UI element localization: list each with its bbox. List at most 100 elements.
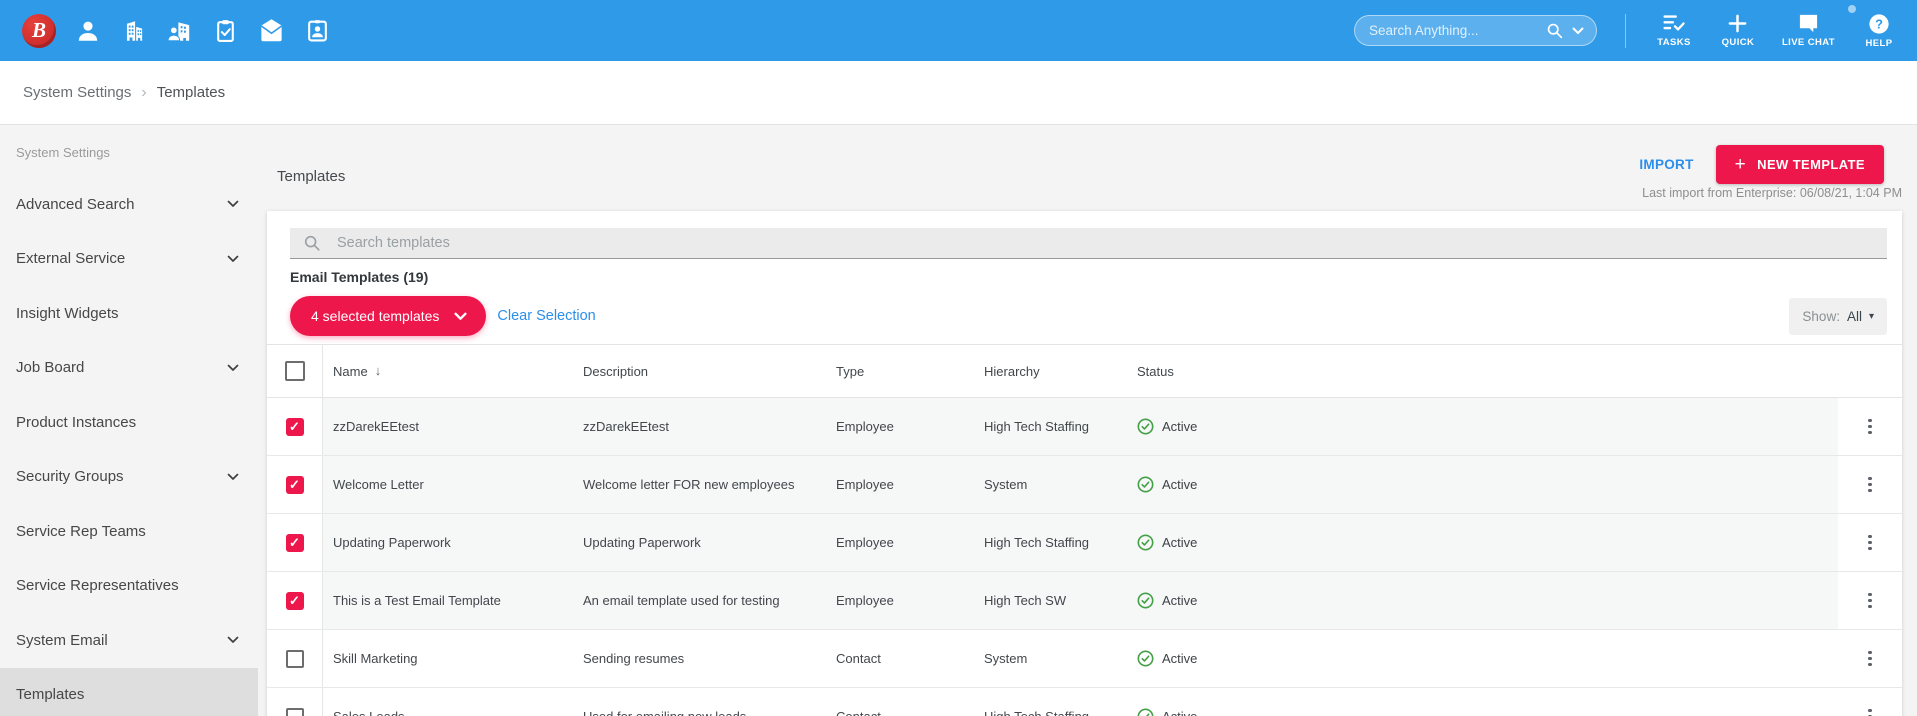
column-header-type[interactable]: Type [836, 364, 984, 379]
template-hierarchy: High Tech Staffing [984, 535, 1090, 550]
tasks-icon [1661, 13, 1687, 34]
template-name[interactable]: zzDarekEEtest [323, 419, 583, 434]
email-templates-count-label: Email Templates (19) [290, 269, 429, 285]
sidebar-item-security-groups[interactable]: Security Groups [0, 450, 258, 505]
template-search-bar[interactable] [290, 228, 1887, 259]
row-checkbox[interactable] [285, 707, 304, 716]
help-icon: ? [1868, 13, 1890, 35]
main-content: Templates IMPORT NEW TEMPLATE Last impor… [258, 126, 1917, 716]
global-search-input[interactable] [1366, 22, 1546, 39]
chevron-down-icon [227, 636, 239, 644]
row-checkbox[interactable] [285, 417, 304, 436]
status-active-icon [1137, 418, 1154, 435]
search-scope-chevron-icon[interactable] [1572, 27, 1584, 35]
id-badge-icon[interactable] [301, 14, 334, 47]
sidebar-item-advanced-search[interactable]: Advanced Search [0, 177, 258, 232]
import-button[interactable]: IMPORT [1639, 157, 1693, 172]
table-row: zzDarekEEtest zzDarekEEtest Employee Hig… [267, 398, 1902, 456]
sidebar-item-templates[interactable]: Templates [0, 667, 258, 716]
template-type: Contact [836, 651, 881, 666]
table-row: Updating Paperwork Updating Paperwork Em… [267, 514, 1902, 572]
template-name[interactable]: This is a Test Email Template [323, 593, 583, 608]
row-checkbox[interactable] [285, 533, 304, 552]
clipboard-check-icon[interactable] [209, 14, 242, 47]
template-description: Welcome letter FOR new employees [583, 477, 795, 492]
tasks-button[interactable]: TASKS [1654, 13, 1694, 48]
quick-add-button[interactable]: QUICK [1718, 13, 1758, 48]
topbar-divider [1624, 13, 1626, 48]
select-all-cell [267, 345, 323, 397]
selected-templates-dropdown[interactable]: 4 selected templates [290, 296, 487, 336]
page-title: Templates [277, 168, 346, 185]
row-checkbox[interactable] [285, 475, 304, 494]
sidebar-item-job-board[interactable]: Job Board [0, 341, 258, 396]
sidebar-section-label: System Settings [16, 145, 110, 160]
row-checkbox[interactable] [285, 591, 304, 610]
chevron-down-icon [227, 364, 239, 372]
template-type: Employee [836, 593, 894, 608]
sidebar-item-insight-widgets[interactable]: Insight Widgets [0, 286, 258, 341]
select-all-checkbox[interactable] [284, 361, 305, 381]
clear-selection-link[interactable]: Clear Selection [497, 308, 595, 324]
template-type: Employee [836, 419, 894, 434]
breadcrumb: System Settings Templates [0, 61, 1917, 125]
sidebar-item-product-instances[interactable]: Product Instances [0, 395, 258, 450]
sidebar-item-service-rep-teams[interactable]: Service Rep Teams [0, 504, 258, 559]
notification-dot [1848, 5, 1856, 13]
search-icon [303, 234, 321, 252]
column-header-actions [1838, 345, 1902, 397]
search-icon[interactable] [1546, 22, 1563, 39]
global-search[interactable] [1353, 15, 1597, 46]
template-hierarchy: High Tech SW [984, 593, 1067, 608]
sidebar-item-service-representatives[interactable]: Service Representatives [0, 559, 258, 614]
template-name[interactable]: Welcome Letter [323, 477, 583, 492]
template-name[interactable]: Updating Paperwork [323, 535, 583, 550]
building-icon[interactable] [117, 14, 150, 47]
status-badge: Active [1137, 418, 1838, 435]
table-row: Sales Leads Used for emailing new leads … [267, 688, 1902, 716]
svg-text:?: ? [1875, 16, 1883, 31]
template-name[interactable]: Sales Leads [323, 709, 583, 716]
sidebar-item-system-email[interactable]: System Email [0, 613, 258, 668]
page-body: System Settings Advanced Search External… [0, 126, 1917, 716]
template-name[interactable]: Skill Marketing [323, 651, 583, 666]
caret-down-icon [1869, 311, 1874, 322]
row-actions-menu-icon[interactable] [1864, 705, 1876, 716]
module-nav [71, 14, 334, 47]
show-filter-dropdown[interactable]: Show: All [1789, 297, 1887, 335]
template-type: Employee [836, 535, 894, 550]
plus-icon [1735, 155, 1747, 174]
settings-sidebar: System Settings Advanced Search External… [0, 126, 258, 716]
status-badge: Active [1137, 708, 1838, 716]
envelope-icon[interactable] [255, 14, 288, 47]
status-active-icon [1137, 476, 1154, 493]
templates-card: Email Templates (19) 4 selected template… [267, 211, 1902, 716]
status-badge: Active [1137, 534, 1838, 551]
row-checkbox[interactable] [285, 649, 304, 668]
sidebar-item-external-service[interactable]: External Service [0, 232, 258, 287]
column-header-description[interactable]: Description [583, 364, 836, 379]
status-active-icon [1137, 708, 1154, 716]
status-badge: Active [1137, 650, 1838, 667]
column-header-name[interactable]: Name [323, 364, 583, 379]
status-badge: Active [1137, 592, 1838, 609]
template-search-input[interactable] [335, 234, 1887, 252]
live-chat-button[interactable]: LIVE CHAT [1782, 13, 1835, 48]
chevron-down-icon [227, 255, 239, 263]
breadcrumb-system-settings[interactable]: System Settings [23, 84, 131, 101]
column-header-hierarchy[interactable]: Hierarchy [984, 364, 1137, 379]
person-icon[interactable] [71, 14, 104, 47]
row-actions-menu-icon[interactable] [1864, 473, 1876, 497]
column-header-status[interactable]: Status [1137, 364, 1838, 379]
app-window: B Search Anything... TASKS QUICK LIVE CH… [0, 0, 1917, 716]
bullhorn-logo[interactable]: B [22, 13, 56, 48]
status-badge: Active [1137, 476, 1838, 493]
row-actions-menu-icon[interactable] [1864, 415, 1876, 439]
new-template-button[interactable]: NEW TEMPLATE [1715, 145, 1884, 184]
table-row: Welcome Letter Welcome letter FOR new em… [267, 456, 1902, 514]
row-actions-menu-icon[interactable] [1864, 647, 1876, 671]
help-button[interactable]: ? HELP [1859, 13, 1899, 49]
row-actions-menu-icon[interactable] [1864, 589, 1876, 613]
person-building-icon[interactable] [163, 14, 196, 47]
row-actions-menu-icon[interactable] [1864, 531, 1876, 555]
